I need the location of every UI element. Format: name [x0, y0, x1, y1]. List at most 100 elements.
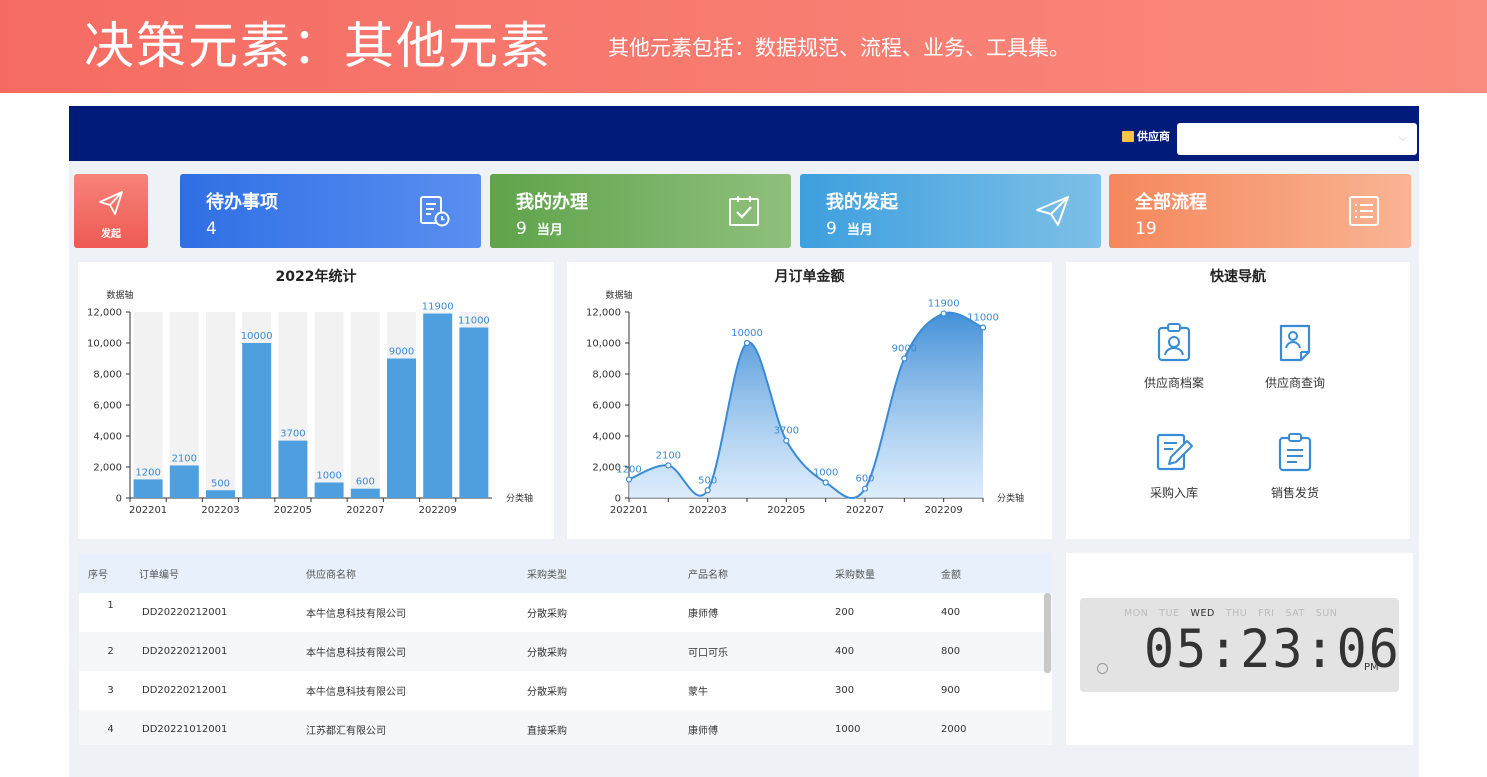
- x-tick-label: 202207: [346, 505, 384, 516]
- data-label: 1200: [135, 467, 160, 478]
- top-nav-bar: 供应商 ⌵: [69, 106, 1419, 161]
- bar-background: [350, 312, 380, 498]
- data-label: 9000: [389, 347, 414, 358]
- x-tick-label: 202205: [274, 505, 312, 516]
- supplier-label: 供应商: [1122, 128, 1170, 144]
- quick-nav-panel: 快速导航 供应商档案 供应商查询 采购入库 销售发货: [1066, 262, 1410, 539]
- supplier-select[interactable]: ⌵: [1177, 123, 1417, 155]
- sales-shipping-icon: [1278, 433, 1312, 472]
- supplier-profile-icon: [1157, 323, 1191, 362]
- card-handled-suffix: 当月: [536, 223, 563, 238]
- weekday-label: SUN: [1315, 608, 1338, 619]
- x-axis-label: 分类轴: [997, 492, 1024, 504]
- card-initiated-count: 9 当月: [826, 219, 873, 239]
- table-cell: 800: [941, 646, 961, 657]
- digital-clock: MON TUE WED THU FRI SAT SUN 05:23:06 PM: [1080, 598, 1399, 692]
- table-cell: 1000: [835, 724, 861, 735]
- bar: [459, 327, 489, 498]
- card-initiated[interactable]: 我的发起 9 当月: [800, 174, 1101, 248]
- data-point: [861, 485, 869, 492]
- x-tick-label: 202201: [129, 505, 167, 516]
- nav-supplier-profile[interactable]: 供应商档案: [1119, 322, 1229, 391]
- data-label: 10000: [241, 331, 273, 342]
- column-header: 采购类型: [527, 569, 567, 581]
- y-tick-label: 12,000: [87, 308, 122, 319]
- quick-nav-title: 快速导航: [1210, 269, 1266, 285]
- bar-chart-panel: 2022年统计 数据轴 0 2,000 4,000 6,000 8,000 10,000 12…: [78, 262, 554, 539]
- data-point: [665, 462, 672, 469]
- weekday-label: TUE: [1159, 608, 1180, 619]
- bar-chart: 数据轴 0 2,000 4,000 6,000 8,000 10,000 12,000 分类轴 1…: [87, 289, 533, 516]
- card-all-flows[interactable]: 全部流程 19: [1109, 174, 1411, 248]
- launch-button[interactable]: 发起: [74, 174, 148, 248]
- card-initiated-suffix: 当月: [846, 223, 873, 238]
- table-row[interactable]: 3 DD20220212001 本牛信息科技有限公司 分散采购 蒙牛 300 9…: [79, 671, 1052, 710]
- paper-plane-icon: [99, 191, 123, 215]
- orders-table: 序号 订单编号 供应商名称 采购类型 产品名称 采购数量 金额 1 DD2022…: [79, 553, 1052, 745]
- table-cell: 本牛信息科技有限公司: [306, 609, 406, 620]
- data-point: [783, 437, 790, 444]
- table-cell: 本牛信息科技有限公司: [306, 648, 406, 659]
- data-point: [743, 339, 751, 347]
- bar: [133, 479, 163, 498]
- table-cell: 1: [107, 600, 114, 611]
- card-all-flows-count: 19: [1135, 219, 1157, 239]
- table-cell: 本牛信息科技有限公司: [306, 687, 406, 698]
- table-cell: 直接采购: [527, 726, 567, 737]
- clock-panel: MON TUE WED THU FRI SAT SUN 05:23:06 PM: [1066, 553, 1413, 745]
- data-label: 1000: [316, 471, 341, 482]
- data-label: 11000: [967, 313, 999, 324]
- x-tick-label: 202201: [610, 505, 648, 516]
- table-row[interactable]: 1 DD20220212001 本牛信息科技有限公司 分散采购 康师傅 200 …: [79, 593, 1052, 632]
- nav-supplier-profile-label: 供应商档案: [1143, 376, 1204, 390]
- x-tick-label: 202203: [201, 505, 239, 516]
- y-tick-label: 4,000: [93, 432, 122, 443]
- table-cell: 400: [835, 646, 855, 657]
- clock-ampm: PM: [1364, 662, 1379, 673]
- data-label: 11900: [928, 299, 960, 310]
- table-cell: 江苏都汇有限公司: [306, 726, 386, 737]
- weekday-label: MON: [1124, 608, 1149, 619]
- y-tick-label: 4,000: [592, 432, 621, 443]
- column-header: 订单编号: [139, 569, 179, 581]
- bar: [423, 313, 453, 498]
- bar: [350, 488, 380, 498]
- data-point: [979, 324, 987, 331]
- data-point: [625, 476, 633, 483]
- weekday-row: MON TUE WED THU FRI SAT SUN: [1124, 608, 1337, 619]
- table-cell: 3: [107, 685, 114, 696]
- data-label: 500: [698, 475, 717, 486]
- table-cell: DD20220212001: [142, 607, 228, 618]
- data-label: 2100: [172, 453, 197, 464]
- weekday-label: THU: [1225, 608, 1248, 619]
- table-cell: 300: [835, 685, 855, 696]
- column-header: 金额: [941, 569, 961, 581]
- nav-supplier-query[interactable]: 供应商查询: [1240, 322, 1350, 391]
- data-label: 2100: [656, 450, 681, 461]
- table-cell: 分散采购: [527, 648, 567, 659]
- y-tick-label: 0: [116, 494, 122, 505]
- table-row[interactable]: 2 DD20220212001 本牛信息科技有限公司 分散采购 可口可乐 400…: [79, 632, 1052, 671]
- nav-sales-shipping[interactable]: 销售发货: [1240, 432, 1350, 501]
- area-chart-panel: 月订单金额 数据轴 0 2,000 4,000 6,000 8,000 10,000 12,0…: [567, 262, 1052, 539]
- x-tick-label: 202205: [767, 505, 805, 516]
- table-cell: 分散采购: [527, 609, 567, 620]
- data-point: [940, 310, 947, 317]
- slide-subtitle: 其他元素包括：数据规范、流程、业务、工具集。: [608, 36, 1070, 60]
- alarm-icon: [1097, 663, 1108, 674]
- table-row[interactable]: 4 DD20221012001 江苏都汇有限公司 直接采购 康师傅 1000 2…: [79, 710, 1052, 745]
- column-header: 供应商名称: [306, 569, 356, 581]
- x-axis-label: 分类轴: [506, 492, 533, 504]
- card-todo[interactable]: 待办事项 4: [180, 174, 481, 248]
- data-label: 500: [211, 478, 230, 489]
- nav-purchase-inbound[interactable]: 采购入库: [1119, 432, 1229, 501]
- table-scrollbar[interactable]: [1044, 593, 1051, 673]
- data-label: 11900: [422, 302, 454, 313]
- data-label: 600: [356, 477, 375, 488]
- data-label: 3700: [280, 429, 305, 440]
- card-handled[interactable]: 我的办理 9 当月: [490, 174, 791, 248]
- bar: [278, 440, 308, 498]
- card-todo-label: 待办事项: [206, 192, 278, 213]
- table-cell: 900: [941, 685, 961, 696]
- supplier-query-icon: [1279, 324, 1311, 362]
